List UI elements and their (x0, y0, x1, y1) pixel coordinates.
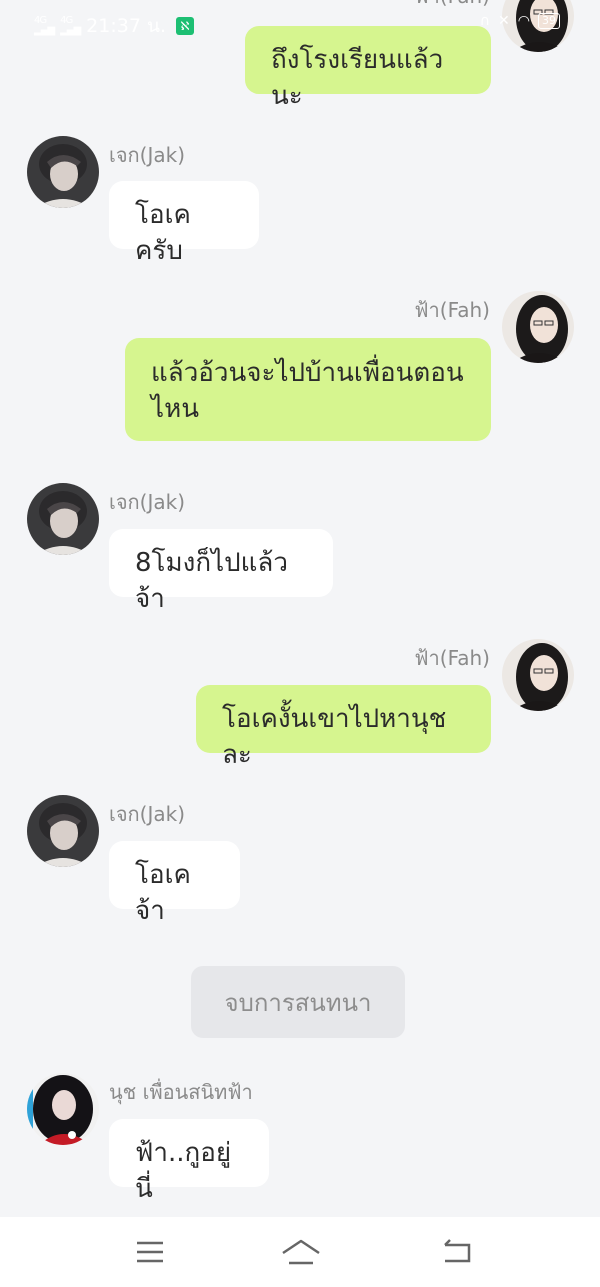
silent-icon: ✕ (498, 13, 510, 29)
message-text: ฟ้า..กูอยู่นี่ (135, 1138, 232, 1204)
message-text: โอเคครับ (135, 200, 191, 266)
message-bubble-received[interactable]: 8โมงก็ไปแล้วจ้า (109, 529, 333, 614)
menu-icon (137, 1241, 163, 1263)
status-right: ∩ ✕ ◠ 39 (480, 13, 560, 29)
avatar-fah-image (502, 291, 574, 363)
avatar-fah[interactable] (502, 639, 574, 711)
wifi-icon: ◠ (517, 13, 530, 29)
avatar-nuch-image (27, 1073, 99, 1145)
app-notification-icon: ℵ (175, 17, 194, 35)
avatar-fah-image (502, 639, 574, 711)
message-text: 8โมงก็ไปแล้วจ้า (135, 548, 288, 614)
sender-name: เจก(Jak) (109, 490, 186, 514)
signal-icon-2: 4G ▂▄▆ (60, 15, 81, 36)
message-text: แล้วอ้วนจะไปบ้านเพื่อนตอนไหน (151, 358, 464, 424)
sender-name: เจก(Jak) (109, 143, 186, 167)
message-bubble-received[interactable]: โอเคครับ (109, 181, 259, 266)
menu-button[interactable] (133, 1237, 167, 1267)
back-button[interactable] (441, 1237, 475, 1267)
sender-name: นุช เพื่อนสนิทฟ้า (109, 1080, 253, 1104)
home-button[interactable] (281, 1237, 321, 1267)
end-chat-button[interactable]: จบการสนทนา (191, 966, 405, 1038)
status-bar: 4G ▂▄▆ 4G ▂▄▆ 21:37 น. ℵ ∩ ✕ ◠ 39 (0, 0, 600, 46)
system-nav-bar (0, 1217, 600, 1287)
message-text: ถึงโรงเรียนแล้วนะ (271, 45, 444, 111)
end-chat-label: จบการสนทนา (224, 988, 372, 1017)
avatar-fah[interactable] (502, 291, 574, 363)
sender-name: ฟ้า(Fah) (414, 646, 490, 670)
avatar-jak[interactable] (27, 136, 99, 208)
signal-icon: 4G ▂▄▆ (34, 15, 55, 36)
sender-name: ฟ้า(Fah) (414, 298, 490, 322)
message-text: โอเคจ้า (135, 860, 191, 926)
sender-name: เจก(Jak) (109, 802, 186, 826)
avatar-jak-image (27, 136, 99, 208)
avatar-jak-image (27, 795, 99, 867)
avatar-nuch[interactable] (27, 1073, 99, 1145)
message-bubble-received[interactable]: ฟ้า..กูอยู่นี่ (109, 1119, 269, 1204)
message-bubble-sent[interactable]: โอเคงั้นเขาไปหานุชละ (196, 685, 491, 770)
avatar-jak[interactable] (27, 483, 99, 555)
status-time: 21:37 น. (86, 15, 166, 37)
battery-icon: 39 (538, 13, 560, 29)
back-icon (444, 1239, 471, 1263)
home-icon (282, 1239, 320, 1265)
headphone-icon: ∩ (479, 13, 491, 29)
avatar-jak-image (27, 483, 99, 555)
status-left: 4G ▂▄▆ 4G ▂▄▆ 21:37 น. ℵ (34, 11, 194, 41)
avatar-jak[interactable] (27, 795, 99, 867)
message-bubble-received[interactable]: โอเคจ้า (109, 841, 240, 926)
message-text: โอเคงั้นเขาไปหานุชละ (222, 704, 447, 770)
message-bubble-sent[interactable]: แล้วอ้วนจะไปบ้านเพื่อนตอนไหน (125, 338, 491, 441)
